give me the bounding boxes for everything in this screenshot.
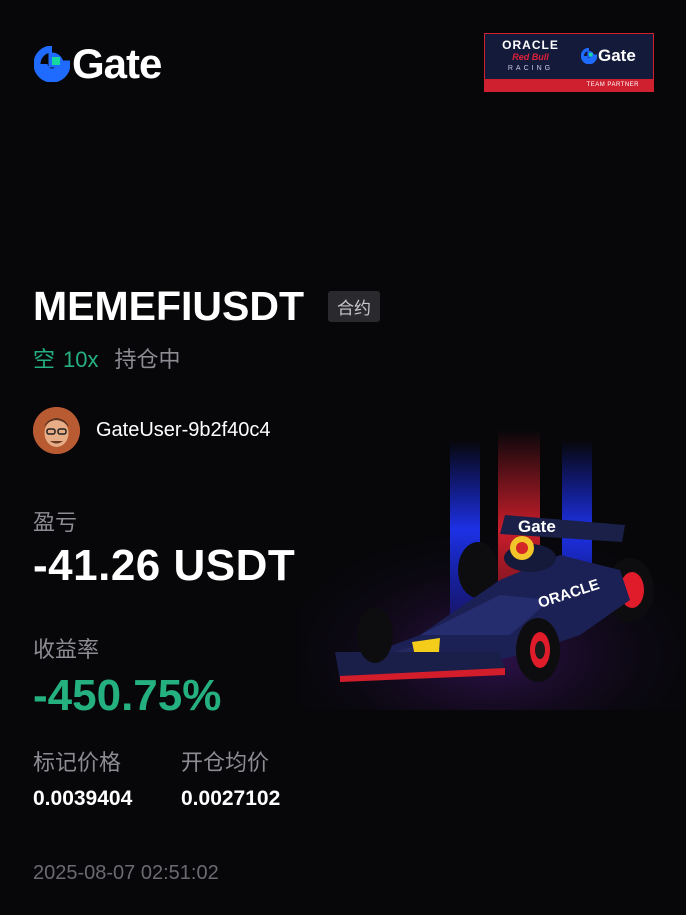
pnl-value: -41.26 USDT (33, 541, 296, 590)
contract-symbol: MEMEFIUSDT (33, 283, 305, 329)
oracle-text: ORACLE (502, 38, 559, 52)
roe-label: 收益率 (33, 637, 100, 662)
partner-gate-logo: Gate (581, 46, 636, 66)
leverage: 10x (63, 347, 99, 372)
avatar (33, 407, 80, 454)
entry-price-value: 0.0027102 (181, 787, 281, 810)
position-title-row: MEMEFIUSDT 合约 (33, 283, 381, 330)
position-side: 空 (33, 347, 56, 372)
oracle-redbull-racing-logo: ORACLE Red Bull RACING (493, 39, 568, 73)
mark-price-value: 0.0039404 (33, 787, 133, 810)
pnl-label: 盈亏 (33, 510, 78, 535)
position-status: 持仓中 (114, 347, 181, 372)
timestamp: 2025-08-07 02:51:02 (33, 862, 219, 884)
user-row: GateUser-9b2f40c4 (33, 407, 271, 454)
gate-logo-text: Gate (72, 40, 162, 87)
partner-gate-text: Gate (598, 46, 636, 65)
position-info-row: 空 10x 持仓中 (33, 342, 181, 374)
mark-price-label: 标记价格 (33, 750, 122, 775)
username: GateUser-9b2f40c4 (96, 419, 271, 441)
contract-type-badge: 合约 (328, 291, 381, 322)
entry-price-label: 开仓均价 (181, 750, 270, 775)
f1-car-illustration: Gate ORACLE (300, 430, 686, 710)
gate-logo-icon (581, 48, 597, 64)
roe-value: -450.75% (33, 671, 222, 720)
team-partner-tag: TEAM PARTNER (485, 79, 653, 91)
avatar-face-icon (33, 407, 80, 454)
gate-logo: Gate (34, 40, 162, 87)
gate-logo-icon (34, 46, 70, 82)
racing-text: RACING (507, 65, 554, 72)
team-partner-badge: ORACLE Red Bull RACING Gate TEAM PARTNER (484, 33, 654, 92)
car-livery-text: Gate (518, 517, 556, 536)
redbull-text: Red Bull (512, 52, 549, 62)
